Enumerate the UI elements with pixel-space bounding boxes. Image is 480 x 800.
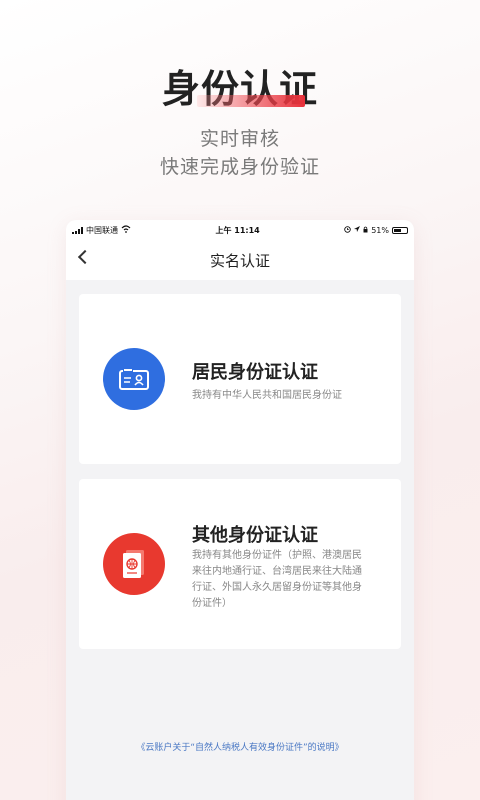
status-time: 上午 11:14 xyxy=(215,225,260,235)
id-card-icon xyxy=(103,348,165,410)
lock-rotation-icon xyxy=(363,226,368,235)
promo-subtitle-line1: 实时审核 xyxy=(199,128,280,150)
card-description: 我持有中华人民共和国居民身份证 xyxy=(192,390,342,401)
other-id-card-option[interactable]: 其他身份证认证 我持有其他身份证件（护照、港澳居民来往内地通行证、台湾居民来往大… xyxy=(79,479,401,649)
back-arrow-icon[interactable] xyxy=(77,249,93,265)
location-icon xyxy=(354,225,361,235)
nav-title: 实名认证 xyxy=(209,251,270,270)
resident-id-card-option[interactable]: 居民身份证认证 我持有中华人民共和国居民身份证 xyxy=(79,294,401,464)
promo-title-underline xyxy=(197,95,305,107)
signal-icon xyxy=(72,226,83,234)
nav-bar: 实名认证 xyxy=(66,240,414,280)
card-description: 我持有其他身份证件（护照、港澳居民来往内地通行证、台湾居民来往大陆通行证、外国人… xyxy=(192,550,362,609)
card-title: 居民身份证认证 xyxy=(192,362,318,383)
phone-screen: 中国联通 上午 11:14 51% 实名认证 居民身份证认证 我持有中华人民共和… xyxy=(66,220,414,800)
promo-subtitle-line2: 快速完成身份验证 xyxy=(159,156,320,178)
status-bar: 中国联通 上午 11:14 51% xyxy=(66,220,414,240)
card-title: 其他身份证认证 xyxy=(192,525,318,546)
carrier-label: 中国联通 xyxy=(86,225,118,235)
battery-icon xyxy=(392,226,408,234)
id-document-explanation-link[interactable]: 《云账户关于“自然人纳税人有效身份证件”的说明》 xyxy=(66,740,414,753)
alarm-icon xyxy=(344,225,351,235)
wifi-icon xyxy=(121,225,131,235)
passport-icon xyxy=(103,533,165,595)
battery-percent: 51% xyxy=(371,225,389,235)
